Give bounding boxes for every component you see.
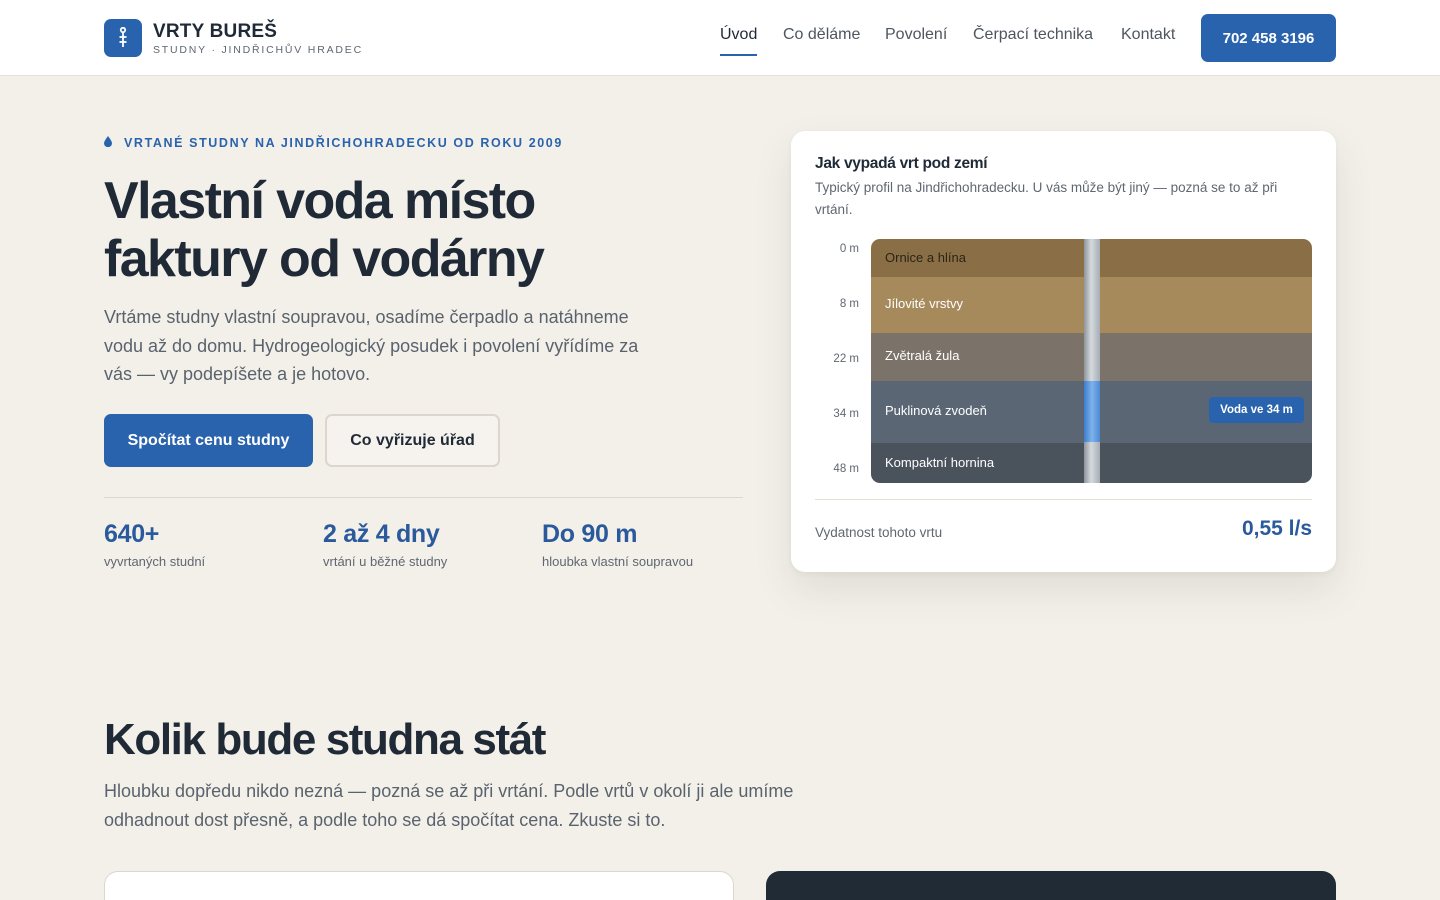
yield-value: 0,55 l/s	[1241, 517, 1312, 540]
brand-tagline: STUDNY · JINDŘICHŮV HRADEC	[153, 43, 363, 56]
calculate-price-button[interactable]: Spočítat cenu studny	[104, 414, 313, 467]
brand[interactable]: VRTY BUREŠ STUDNY · JINDŘICHŮV HRADEC	[104, 19, 363, 57]
water-drop-icon	[104, 136, 112, 150]
stat-drilling-days: 2 až 4 dny vrtání u běžné studny	[323, 518, 447, 569]
nav-uvod[interactable]: Úvod	[720, 26, 758, 56]
hero-eyebrow-text: VRTANÉ STUDNY NA JINDŘICHOHRADECKU OD RO…	[124, 136, 563, 150]
nav-cerpaci-technika[interactable]: Čerpací technika	[973, 26, 1093, 44]
stat-label: vyvrtaných studní	[104, 554, 206, 569]
soil-layer-label: Zvětralá žula	[885, 348, 960, 363]
depth-label: 8 m	[839, 298, 859, 310]
brand-name: VRTY BUREŠ	[153, 20, 278, 42]
well-profile-card: Jak vypadá vrt pod zemí Typický profil n…	[791, 131, 1336, 572]
stat-label: hloubka vlastní soupravou	[542, 554, 694, 569]
stat-value: 2 až 4 dny	[323, 520, 440, 548]
site-header: VRTY BUREŠ STUDNY · JINDŘICHŮV HRADEC Úv…	[0, 0, 1440, 76]
hero-lead: Vrtáme studny vlastní soupravou, osadíme…	[104, 307, 639, 384]
water-depth-badge: Voda ve 34 m	[1209, 397, 1304, 423]
stat-value: 640+	[104, 520, 160, 548]
soil-layer-label: Kompaktní hornina	[885, 455, 995, 470]
soil-layer-label: Puklinová zvodeň	[885, 403, 987, 418]
card-subtitle: Typický profil na Jindřichohradecku. U v…	[815, 180, 1278, 217]
hero-title-line-2: faktury od vodárny	[104, 230, 545, 288]
card-divider	[815, 499, 1312, 500]
soil-layer-label: Jílovité vrstvy	[885, 296, 964, 311]
phone-button[interactable]: 702 458 3196	[1201, 14, 1336, 62]
stat-max-depth: Do 90 m hloubka vlastní soupravou	[542, 518, 693, 569]
nav-kontakt[interactable]: Kontakt	[1121, 26, 1175, 44]
card-title: Jak vypadá vrt pod zemí	[815, 155, 988, 172]
depth-label: 48 m	[833, 463, 859, 475]
depth-label: 0 m	[839, 243, 859, 255]
stat-wells-drilled: 640+ vyvrtaných studní	[104, 518, 205, 569]
nav-co-delame[interactable]: Co děláme	[783, 26, 860, 44]
soil-profile: Ornice a hlína Jílovité vrstvy Zvětralá …	[871, 239, 1312, 483]
soil-layer-label: Ornice a hlína	[885, 250, 966, 265]
pricing-lead: Hloubku dopředu nikdo nezná — pozná se a…	[104, 781, 794, 830]
hero-divider	[104, 497, 743, 498]
hero-eyebrow: VRTANÉ STUDNY NA JINDŘICHOHRADECKU OD RO…	[104, 136, 563, 150]
yield-label: Vydatnost tohoto vrtu	[815, 525, 943, 540]
price-calculator-panel	[104, 871, 734, 900]
nav-povoleni[interactable]: Povolení	[885, 26, 947, 44]
hero-title: Vlastní voda místo faktury od vodárny	[104, 172, 664, 288]
stat-label: vrtání u běžné studny	[323, 554, 448, 569]
pricing-title: Kolik bude studna stát	[104, 715, 546, 764]
price-result-panel	[766, 871, 1336, 900]
water-in-pipe	[1084, 381, 1100, 442]
depth-label: 34 m	[833, 408, 859, 420]
depth-label: 22 m	[833, 353, 859, 365]
hero-title-line-1: Vlastní voda místo	[104, 172, 536, 230]
permits-button[interactable]: Co vyřizuje úřad	[325, 414, 500, 467]
well-drill-icon	[104, 19, 142, 57]
well-pipe	[1084, 239, 1100, 483]
stat-value: Do 90 m	[542, 520, 638, 548]
